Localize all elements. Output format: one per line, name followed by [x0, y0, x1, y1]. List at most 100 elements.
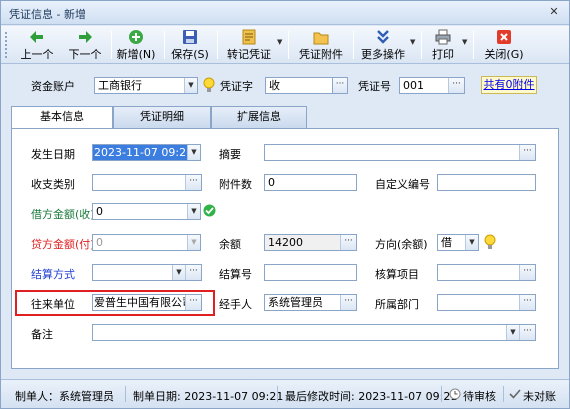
floppy-disk-icon [183, 30, 197, 44]
summary-label: 摘要 [219, 148, 241, 161]
reconcile-check-icon [509, 389, 521, 399]
chevron-down-icon[interactable]: ▼ [187, 145, 200, 160]
voucher-no-field[interactable]: 001 ··· [399, 77, 465, 94]
ellipsis-icon[interactable]: ··· [333, 78, 347, 93]
attachments-link[interactable]: 共有0附件 [481, 76, 537, 94]
status-bar: 制单人：系统管理员 制单日期: 2023-11-07 09:21 最后修改时间:… [1, 379, 569, 408]
direction-select[interactable]: 借 ▼ [437, 234, 479, 251]
window-title: 凭证信息 - 新增 [9, 8, 86, 21]
arrow-left-icon [30, 31, 43, 43]
custom-no-field[interactable] [437, 174, 536, 191]
attach-count-field[interactable]: 0 [264, 174, 357, 191]
remark-field[interactable]: ··· ▼ [92, 324, 536, 341]
double-chevron-down-icon [377, 30, 389, 44]
close-button[interactable]: 关闭(G) [479, 28, 529, 62]
voucher-word-label: 凭证字 [220, 80, 253, 93]
add-button[interactable]: 新增(N) [115, 28, 157, 62]
more-actions-dropdown-icon[interactable]: ▼ [410, 38, 415, 46]
credit-value: 0 [96, 236, 103, 249]
print-button[interactable]: 打印 [427, 28, 459, 62]
status-separator [125, 386, 126, 402]
created-date-status: 制单日期: 2023-11-07 09:21 [133, 390, 284, 403]
prev-label: 上一个 [20, 48, 54, 61]
save-button[interactable]: 保存(S) [168, 28, 212, 62]
tab-extended-info[interactable]: 扩展信息 [211, 106, 307, 128]
date-picker[interactable]: 2023-11-07 09:21:55 ▼ [92, 144, 201, 161]
audit-item-field[interactable]: ··· [437, 264, 536, 281]
voucher-attachment-button[interactable]: 凭证附件 [295, 28, 347, 62]
attach-count-value: 0 [268, 176, 275, 189]
balance-label: 余额 [219, 238, 241, 251]
summary-field[interactable]: ··· [264, 144, 536, 161]
ellipsis-icon[interactable]: ··· [448, 78, 464, 93]
direction-label: 方向(余额) [375, 238, 428, 251]
account-value: 工商银行 [98, 79, 142, 92]
toolbar-separator [473, 31, 474, 59]
lightbulb-icon[interactable] [203, 77, 215, 93]
handler-field[interactable]: 系统管理员 ··· [264, 294, 357, 311]
convert-voucher-button[interactable]: 转记凭证 [223, 28, 275, 62]
lightbulb-icon[interactable] [484, 234, 496, 250]
remark-label: 备注 [31, 328, 53, 341]
close-red-icon [497, 30, 511, 44]
handler-label: 经手人 [219, 298, 252, 311]
convert-voucher-label: 转记凭证 [227, 48, 271, 61]
prev-button[interactable]: 上一个 [15, 28, 59, 62]
tab-basic-info[interactable]: 基本信息 [11, 106, 113, 129]
highlight-box [15, 290, 215, 316]
ellipsis-icon[interactable]: ··· [519, 265, 535, 280]
convert-voucher-icon [242, 29, 256, 45]
balance-value: 14200 [268, 236, 303, 249]
ellipsis-icon[interactable]: ··· [185, 265, 201, 280]
voucher-no-value: 001 [403, 79, 424, 92]
dept-field[interactable]: ··· [437, 294, 536, 311]
settle-method-label: 结算方式 [31, 268, 75, 281]
direction-value: 借 [441, 236, 452, 249]
print-dropdown-icon[interactable]: ▼ [462, 38, 467, 46]
handler-value: 系统管理员 [268, 296, 323, 309]
settle-no-field[interactable] [264, 264, 357, 281]
ellipsis-icon[interactable]: ··· [340, 295, 356, 310]
toolbar: 上一个 下一个 新增(N) 保存(S) 转记凭证 ▼ 凭证附件 更多操作 ▼ 打… [1, 26, 569, 64]
attach-count-label: 附件数 [219, 178, 252, 191]
more-actions-button[interactable]: 更多操作 [357, 28, 409, 62]
next-button[interactable]: 下一个 [63, 28, 107, 62]
title-bar: 凭证信息 - 新增 ✕ [1, 1, 569, 25]
settle-method-select[interactable]: ··· ▼ [92, 264, 202, 281]
toolbar-separator [353, 31, 354, 59]
chevron-down-icon[interactable]: ▼ [187, 204, 200, 219]
balance-field[interactable]: 14200 ··· [264, 234, 357, 251]
status-separator [441, 386, 442, 402]
window-close-icon[interactable]: ✕ [547, 5, 561, 19]
custom-no-label: 自定义编号 [375, 178, 430, 191]
account-select[interactable]: 工商银行 ▼ [94, 77, 198, 94]
close-label: 关闭(G) [484, 48, 524, 61]
voucher-word-ellipsis-button[interactable]: ··· [332, 77, 348, 94]
credit-label: 贷方金额(付) [31, 238, 95, 251]
audit-item-label: 核算项目 [375, 268, 419, 281]
toolbar-separator [288, 31, 289, 59]
ellipsis-icon[interactable]: ··· [185, 175, 201, 190]
ellipsis-icon[interactable]: ··· [340, 235, 356, 250]
voucher-word-value: 收 [269, 79, 280, 92]
toolbar-separator [217, 31, 218, 59]
chevron-down-icon[interactable]: ▼ [506, 325, 519, 340]
toolbar-grip[interactable] [5, 32, 8, 58]
ellipsis-icon[interactable]: ··· [519, 325, 535, 340]
toolbar-separator [421, 31, 422, 59]
debit-field[interactable]: 0 ▼ [92, 203, 201, 220]
ellipsis-icon[interactable]: ··· [519, 145, 535, 160]
date-label: 发生日期 [31, 148, 75, 161]
chevron-down-icon[interactable]: ▼ [184, 78, 197, 93]
chevron-down-icon[interactable]: ▼ [172, 265, 185, 280]
category-field[interactable]: ··· [92, 174, 202, 191]
chevron-down-icon[interactable]: ▼ [187, 235, 200, 250]
voucher-attachment-label: 凭证附件 [299, 48, 343, 61]
tab-voucher-detail[interactable]: 凭证明细 [113, 106, 211, 128]
convert-dropdown-icon[interactable]: ▼ [277, 38, 282, 46]
credit-field[interactable]: 0 ▼ [92, 234, 201, 251]
debit-label: 借方金额(收) [31, 208, 95, 221]
voucher-window: 凭证信息 - 新增 ✕ 上一个 下一个 新增(N) 保存(S) 转记凭证 ▼ 凭… [0, 0, 570, 409]
ellipsis-icon[interactable]: ··· [519, 295, 535, 310]
chevron-down-icon[interactable]: ▼ [465, 235, 478, 250]
